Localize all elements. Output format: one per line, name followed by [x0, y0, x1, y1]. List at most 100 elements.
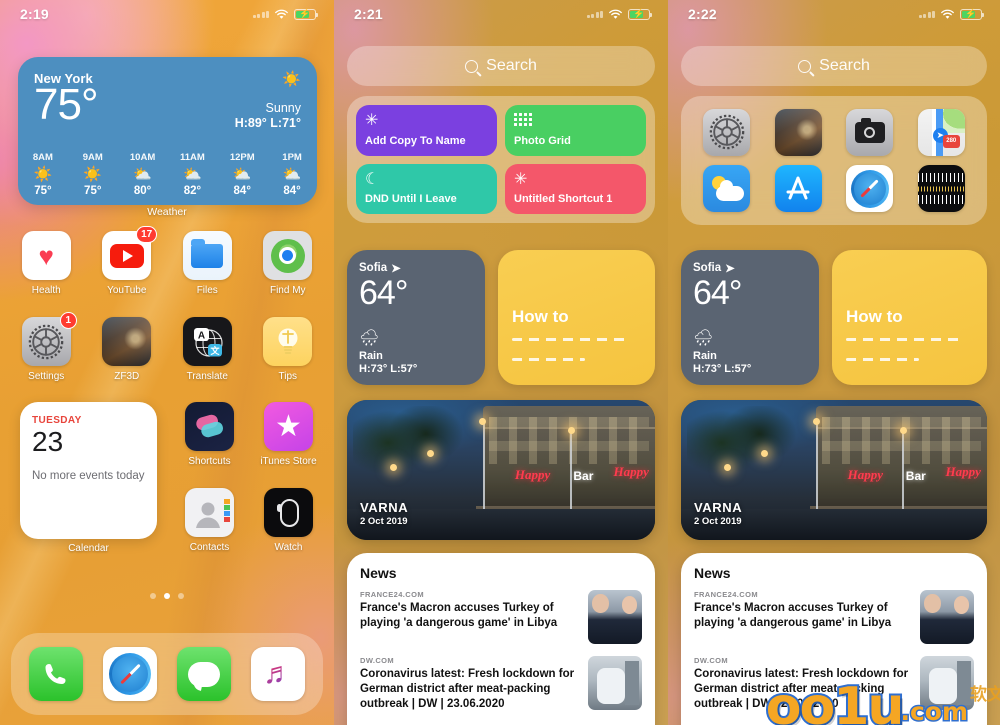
app-itunes-store[interactable]: iTunes Store	[249, 402, 328, 467]
watch-icon	[264, 488, 313, 537]
hour-temp: 82°	[183, 185, 202, 197]
photos-widget[interactable]: Happy Bar Happy VARNA 2 Oct 2019	[681, 400, 987, 540]
news-article[interactable]: DW.COM Coronavirus latest: Fresh lockdow…	[694, 656, 974, 712]
howto-placeholder-line	[846, 358, 919, 361]
phone-icon[interactable]	[29, 647, 83, 701]
news-headline: France's Macron accuses Turkey of playin…	[360, 602, 558, 629]
hour-time: 11AM	[179, 152, 205, 163]
shortcut-label: DND Until I Leave	[365, 193, 457, 206]
news-source: DW.COM	[360, 656, 395, 665]
notification-badge: 17	[136, 226, 158, 243]
news-article[interactable]: FRANCE24.COM France's Macron accuses Tur…	[360, 590, 642, 644]
app-store-icon[interactable]	[774, 165, 822, 213]
news-widget[interactable]: News FRANCE24.COM France's Macron accuse…	[347, 553, 655, 725]
app-files[interactable]: Files	[167, 231, 248, 296]
status-indicators: ⚡	[586, 8, 652, 20]
sparkle-icon: ✳	[514, 170, 528, 188]
shortcut-photo-grid[interactable]: Photo Grid	[505, 105, 646, 156]
app-contacts[interactable]: Contacts	[170, 488, 249, 553]
hour-temp: 80°	[133, 185, 152, 197]
app-translate[interactable]: A 文 Translate	[167, 317, 248, 382]
home-screen-panel-1: 2:19 ⚡ New York 75° ☀️ Sunny H:89° L:71°	[0, 0, 334, 725]
signal-icon	[586, 10, 603, 18]
svg-text:A: A	[198, 330, 205, 341]
weather-widget-large[interactable]: New York 75° ☀️ Sunny H:89° L:71° 8AM ☀️…	[18, 57, 317, 205]
news-headline: Coronavirus latest: Fresh lockdown for G…	[360, 668, 575, 710]
maps-icon[interactable]: ➤ 280	[917, 108, 965, 156]
shortcut-add-copy-to-name[interactable]: ✳ Add Copy To Name	[356, 105, 497, 156]
shortcut-label: Untitled Shortcut 1	[514, 193, 613, 206]
app-watch[interactable]: Watch	[249, 488, 328, 553]
search-icon	[465, 59, 479, 73]
howto-widget[interactable]: How to	[498, 250, 655, 385]
messages-bubble-icon[interactable]	[177, 647, 231, 701]
music-note-icon[interactable]	[251, 647, 305, 701]
news-title: News	[360, 565, 397, 581]
hour-cell: 1PM ⛅ 84°	[267, 152, 317, 197]
signal-icon	[252, 10, 269, 18]
calendar-widget[interactable]: TUESDAY 23 No more events today	[20, 402, 157, 539]
shortcut-untitled-shortcut-1[interactable]: ✳ Untitled Shortcut 1	[505, 163, 646, 214]
shortcut-label: Photo Grid	[514, 134, 571, 147]
news-thumbnail	[588, 590, 642, 644]
safari-compass-icon[interactable]	[103, 647, 157, 701]
news-article[interactable]: DW.COM Coronavirus latest: Fresh lockdow…	[360, 656, 642, 712]
weather-widget-small[interactable]: Sofia ➤ 64° 🌧 Rain H:73° L:57°	[681, 250, 819, 385]
page-dot[interactable]	[178, 593, 184, 599]
app-label: Translate	[186, 371, 228, 382]
app-zf3d[interactable]: ZF3D	[87, 317, 168, 382]
settings-gear-icon[interactable]	[703, 108, 751, 156]
news-widget[interactable]: News FRANCE24.COM France's Macron accuse…	[681, 553, 987, 725]
photos-widget[interactable]: Happy Bar Happy VARNA 2 Oct 2019	[347, 400, 655, 540]
news-article[interactable]: FRANCE24.COM France's Macron accuses Tur…	[694, 590, 974, 644]
home-screen-panel-3: 2:22 ⚡ Search ➤ 280 Sofia ➤ 64° 🌧 Rain H…	[668, 0, 1000, 725]
weather-city: Sofia	[359, 262, 388, 274]
dock	[11, 633, 323, 715]
find-my-icon	[263, 231, 313, 280]
app-settings[interactable]: 1 Settings	[6, 312, 87, 382]
status-clock: 2:22	[688, 6, 717, 22]
sun-icon: ☀️	[33, 166, 53, 183]
search-placeholder: Search	[486, 57, 537, 74]
sun-behind-cloud-icon: ⛅	[183, 166, 202, 183]
widget-row-weather-howto: Sofia ➤ 64° 🌧 Rain H:73° L:57° How to	[347, 250, 655, 385]
search-bar[interactable]: Search	[681, 46, 987, 86]
grid-dots-icon	[514, 113, 637, 126]
hour-temp: 84°	[283, 185, 301, 197]
photo-trees	[353, 405, 471, 498]
svg-text:文: 文	[210, 345, 221, 356]
photo-date: 2 Oct 2019	[360, 516, 408, 527]
search-bar[interactable]: Search	[347, 46, 655, 86]
camera-icon[interactable]	[846, 108, 894, 156]
howto-widget[interactable]: How to	[832, 250, 987, 385]
weather-icon[interactable]	[703, 165, 751, 213]
safari-compass-icon[interactable]	[846, 165, 894, 213]
measure-ruler-icon[interactable]	[917, 165, 965, 213]
shortcut-dnd-until-i-leave[interactable]: ☾ DND Until I Leave	[356, 163, 497, 214]
weather-widget-small[interactable]: Sofia ➤ 64° 🌧 Rain H:73° L:57°	[347, 250, 485, 385]
page-dots[interactable]	[0, 593, 334, 599]
photo-caption: VARNA 2 Oct 2019	[694, 500, 742, 527]
weather-condition: Rain	[693, 350, 717, 362]
app-health[interactable]: Health	[6, 231, 87, 296]
hour-temp: 75°	[84, 185, 102, 197]
weather-hourly-forecast: 8AM ☀️ 75° 9AM ☀️ 75° 10AM ⛅ 80° 11AM ⛅	[18, 152, 317, 197]
app-youtube[interactable]: 17 YouTube	[87, 226, 168, 296]
page-dot[interactable]	[150, 593, 156, 599]
weather-high-low: H:89° L:71°	[234, 116, 301, 130]
weather-bottom: 🌧 Rain H:73° L:57°	[359, 331, 417, 376]
calendar-day-number: 23	[32, 426, 64, 457]
app-shortcuts[interactable]: Shortcuts	[170, 402, 249, 467]
news-thumbnail	[920, 656, 974, 710]
game-artwork-icon[interactable]	[774, 108, 822, 156]
app-label: Health	[31, 285, 61, 296]
app-tips[interactable]: Tips	[248, 317, 329, 382]
page-dot-active[interactable]	[164, 593, 170, 599]
app-folder-widget: ➤ 280	[681, 96, 987, 225]
photo-sign-text: Happy	[847, 467, 883, 483]
app-find-my[interactable]: Find My	[248, 231, 329, 296]
status-clock: 2:19	[20, 6, 49, 22]
app-label: Shortcuts	[188, 456, 231, 467]
weather-temperature: 64°	[693, 274, 742, 312]
calendar-weekday: TUESDAY	[32, 415, 82, 426]
